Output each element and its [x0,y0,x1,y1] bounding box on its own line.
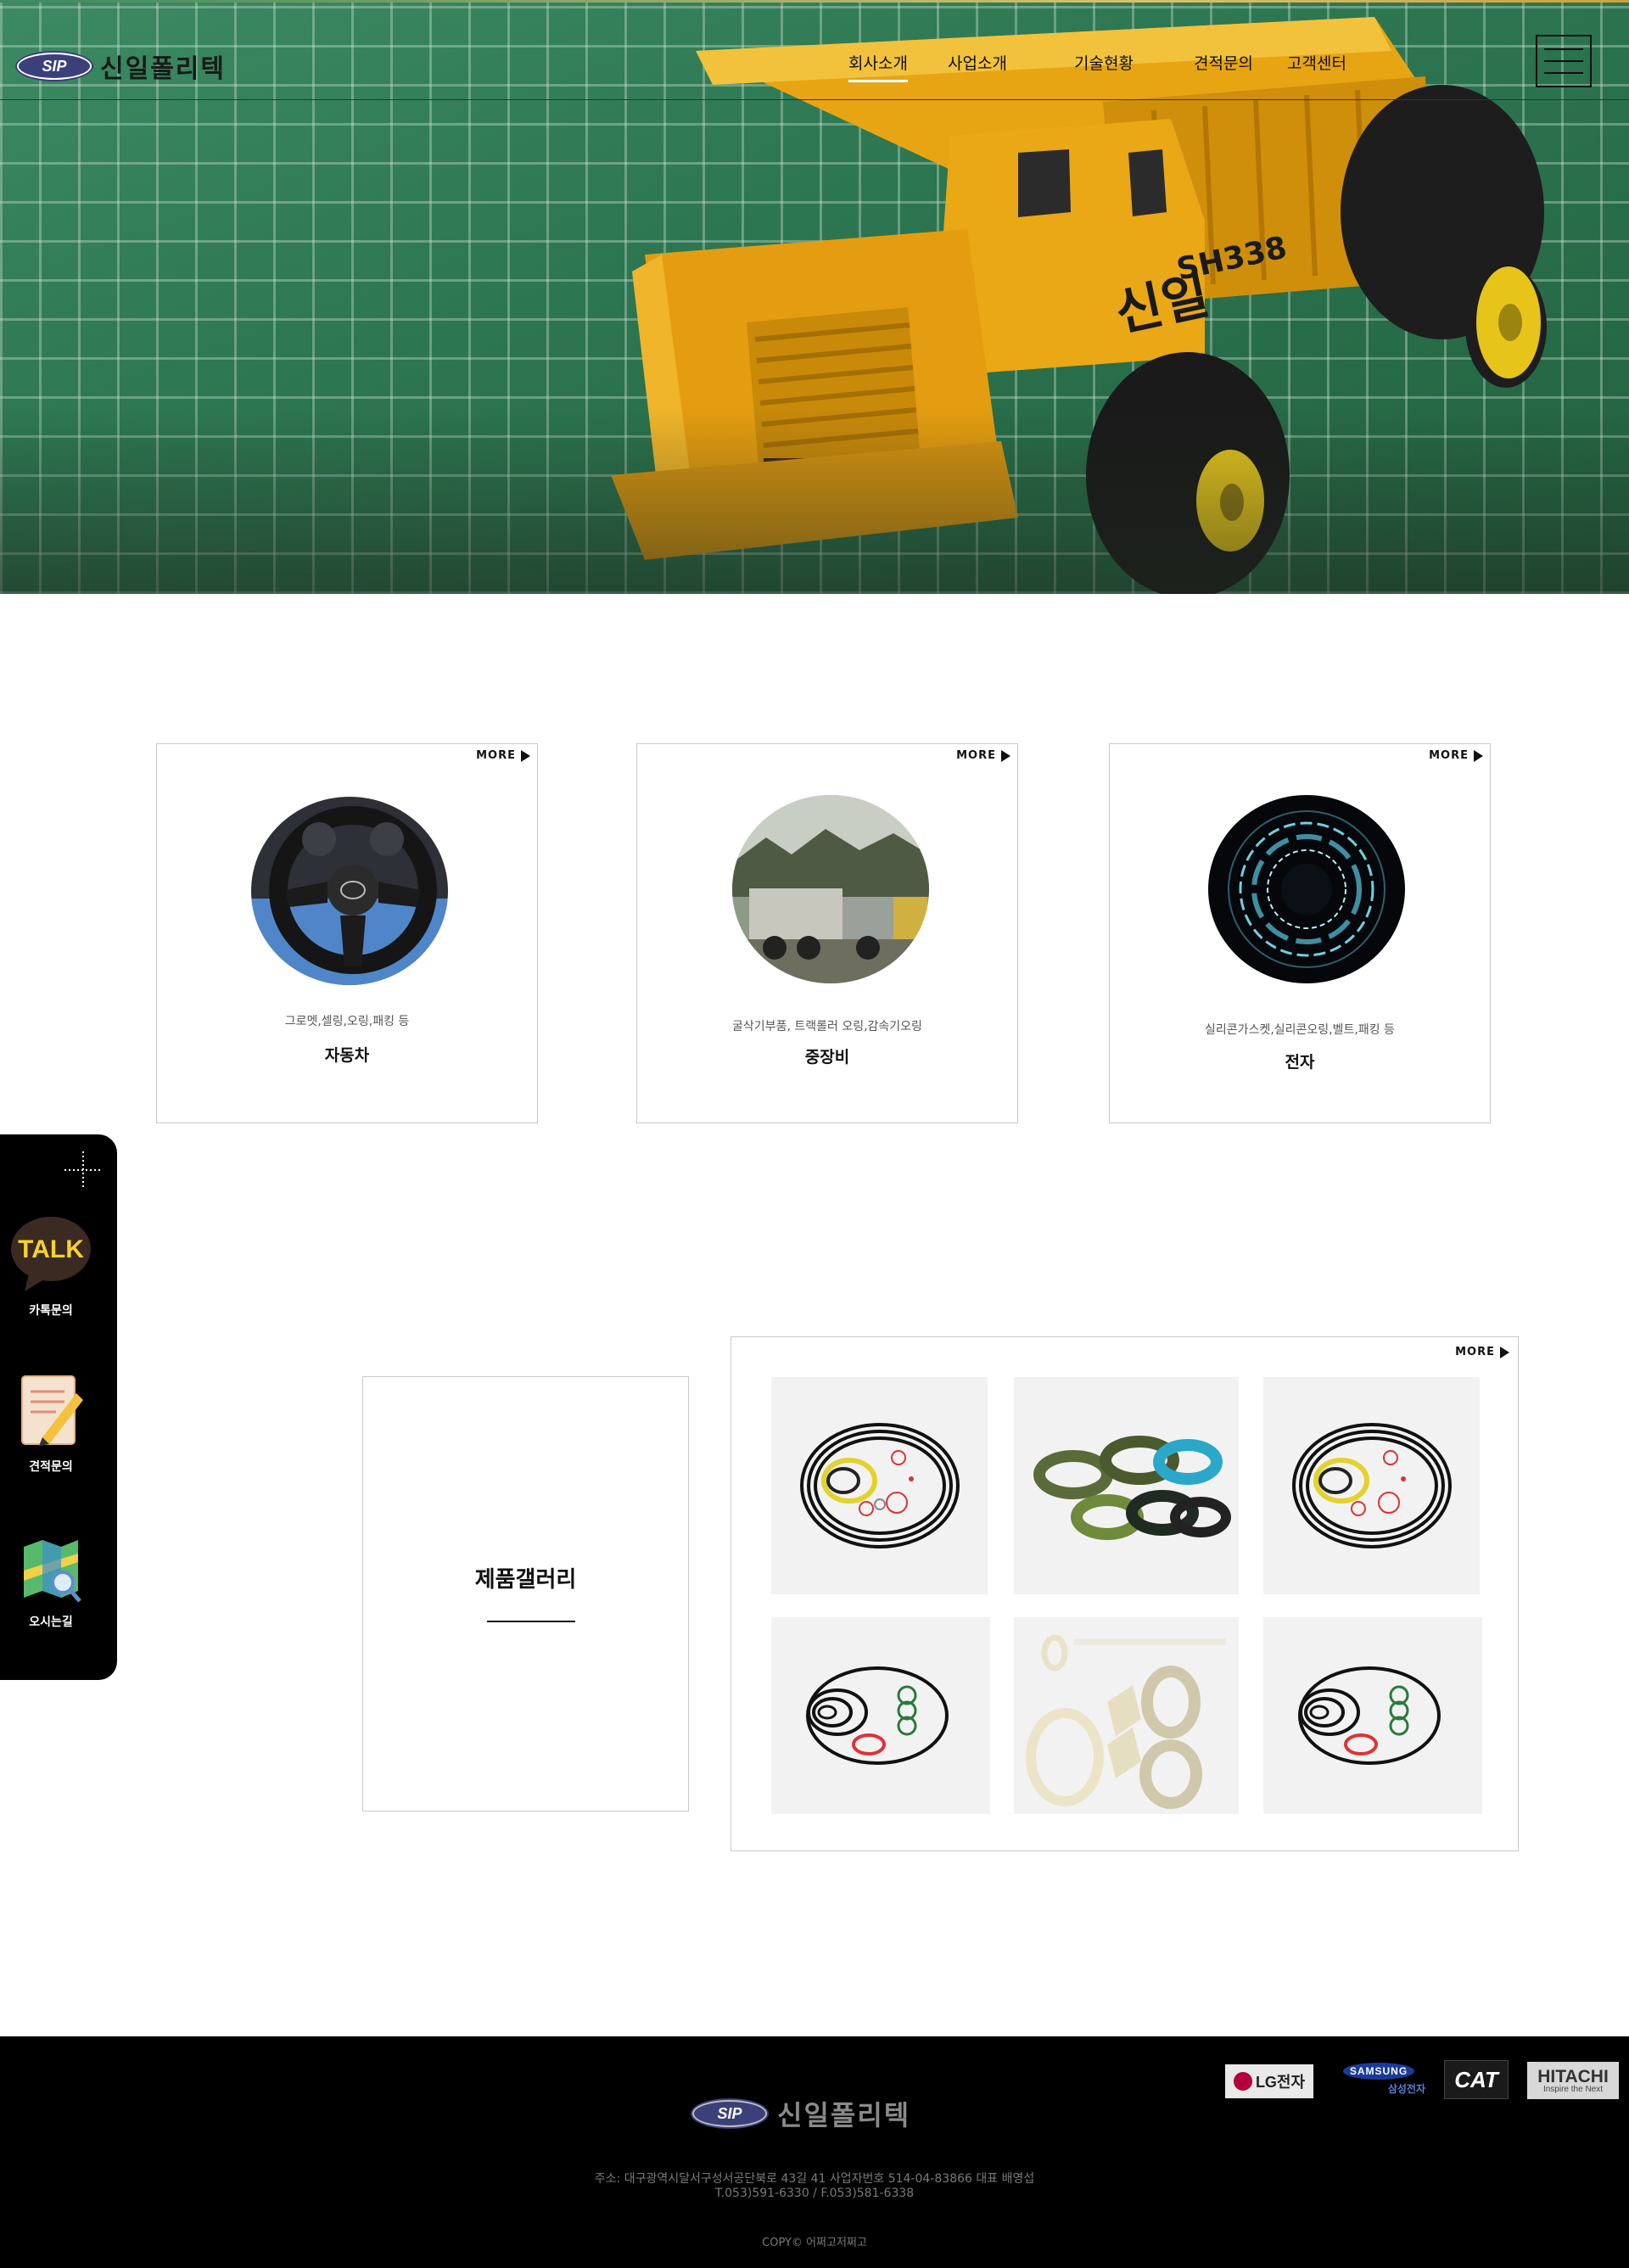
partner-logo-lg: LG전자 [1225,2064,1313,2098]
gallery-item-o-ring-kit-2[interactable] [1263,1617,1482,1814]
partner-logo-hitachi: HITACHI Inspire the Next [1527,2062,1619,2099]
page: SH338 신일 SIP 신일폴리텍 회사소개 사업소개 기술현황 견적문의 고… [0,0,1629,2268]
site-footer: SIP 신일폴리텍 주소: 대구광역시달서구성서공단북로 43길 41 사업자번… [0,2036,1629,2268]
footer-logo-badge: SIP [692,2100,767,2127]
hero-banner: SH338 신일 SIP 신일폴리텍 회사소개 사업소개 기술현황 견적문의 고… [0,0,1629,594]
category-card-heavy-equipment[interactable]: MORE 굴삭기부품, 트랙롤러 오링,감속기오링 중장비 [636,743,1018,1123]
play-arrow-icon [1500,1346,1509,1358]
category-card-automotive[interactable]: MORE 그로멧,셀링,오링,패킹 등 자동차 [156,743,538,1123]
heavy-truck-image [732,795,929,983]
footer-logo[interactable]: SIP 신일폴리텍 [692,2094,910,2133]
menu-line [1544,72,1583,74]
gallery-more-link[interactable]: MORE [1455,1346,1509,1358]
steering-wheel-image [251,797,448,985]
play-arrow-icon [521,749,530,762]
category-description: 굴삭기부품, 트랙롤러 오링,감속기오링 [732,1020,922,1033]
footer-phone-fax: T.053)591-6330 / F.053)581-6338 [714,2187,915,2200]
menu-line [1544,60,1583,62]
gallery-item-ptfe-ring-set[interactable] [1014,1617,1239,1814]
svg-text:TALK: TALK [18,1235,84,1263]
footer-address: 주소: 대구광역시달서구성서공단북로 43길 41 사업자번호 514-04-8… [594,2172,1035,2186]
footer-brand-name: 신일폴리텍 [777,2099,911,2131]
category-title: 자동차 [324,1046,370,1065]
gallery-item-wiper-seal-set[interactable] [1014,1377,1239,1594]
expand-plus-icon[interactable] [64,1151,102,1189]
partner-logo-cat: CAT [1444,2060,1509,2099]
quick-item-label: 카톡문의 [29,1304,73,1318]
lg-emblem-icon [1233,2072,1252,2091]
gallery-item-o-ring-set-2[interactable] [1263,1377,1480,1594]
partner-logo-samsung: SAMSUNG 삼성전자 [1332,2062,1425,2096]
quick-menu-bar: TALK 카톡문의 견적문의 오시는길 [0,1134,117,1680]
nav-item-company[interactable]: 회사소개 [848,51,908,82]
talk-bubble-icon: TALK [11,1217,91,1291]
quick-item-estimate[interactable]: 견적문의 [0,1373,102,1475]
gallery-grid: MORE [731,1336,1519,1851]
hero-shade [0,407,1629,594]
gallery-title-underline [487,1621,575,1622]
category-description: 그로멧,셀링,오링,패킹 등 [284,1015,410,1028]
map-search-icon [24,1540,81,1603]
nav-item-technology[interactable]: 기술현황 [1074,51,1134,74]
category-description: 실리콘가스켓,실리콘오링,벨트,패킹 등 [1205,1023,1395,1037]
hamburger-menu-button[interactable] [1536,35,1592,87]
category-title: 전자 [1285,1053,1315,1072]
play-arrow-icon [1001,749,1010,762]
quick-item-location[interactable]: 오시는길 [0,1537,102,1630]
tech-ring-image [1208,795,1405,983]
nav-item-business[interactable]: 사업소개 [948,51,1007,74]
more-link[interactable]: MORE [956,749,1010,762]
quick-item-label: 오시는길 [29,1616,73,1629]
gallery-title: 제품갤러리 [474,1567,577,1593]
nav-item-estimate[interactable]: 견적문의 [1194,51,1253,74]
estimate-doc-icon [21,1375,83,1446]
site-header: SIP 신일폴리텍 회사소개 사업소개 기술현황 견적문의 고객센터 [0,25,1629,100]
quick-item-label: 견적문의 [29,1460,73,1474]
menu-line [1544,48,1583,50]
gallery-title-box: 제품갤러리 [362,1376,689,1812]
footer-copyright: COPY© 어쩌고저쩌고 [762,2237,867,2249]
category-card-electronics[interactable]: MORE 실리콘가스켓,실리콘오링,벨트,패킹 등 전자 [1109,743,1491,1123]
nav-item-customer-center[interactable]: 고객센터 [1287,51,1346,74]
more-link[interactable]: MORE [1429,749,1483,762]
gallery-item-o-ring-set[interactable] [771,1377,988,1594]
gallery-item-o-ring-kit[interactable] [771,1617,990,1814]
play-arrow-icon [1474,749,1483,762]
more-link[interactable]: MORE [476,749,530,762]
category-title: 중장비 [804,1048,850,1067]
quick-item-kakao[interactable]: TALK 카톡문의 [0,1215,102,1319]
main-nav: 회사소개 사업소개 기술현황 견적문의 고객센터 [0,51,1629,85]
